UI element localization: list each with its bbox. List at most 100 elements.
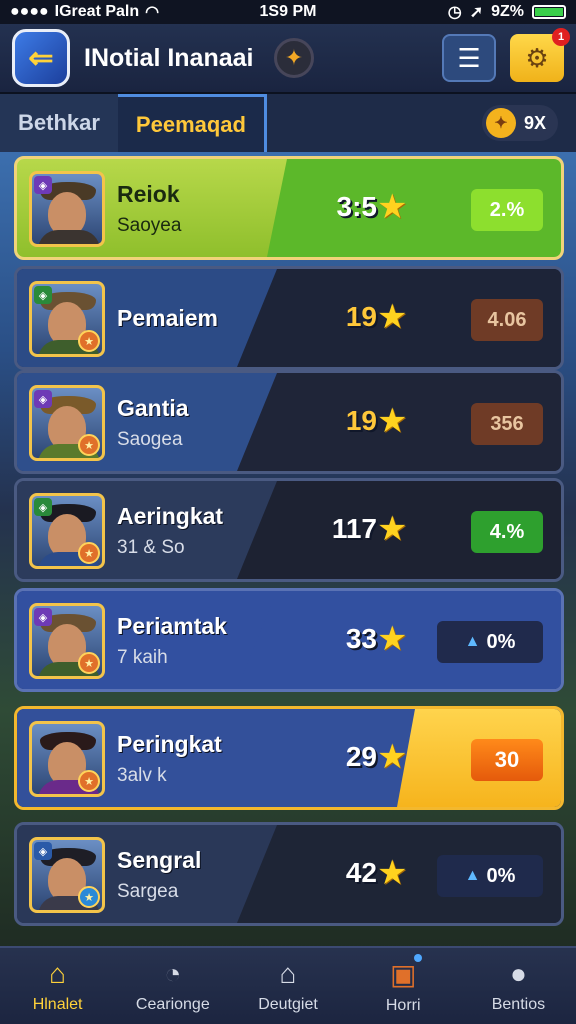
header: ⇐ INotial Inanaai ✦ ☰ ⚙ 1	[0, 24, 576, 94]
location-icon: ➚	[469, 4, 484, 21]
leaderboard-row[interactable]: ◈ ★ Sengral Sargea 42 ★ ▲ 0%	[14, 822, 564, 926]
player-subtitle: 3alv k	[117, 765, 167, 786]
tab-bar: Bethkar Peemaqad ✦ 9X	[0, 94, 576, 152]
nav-item-home[interactable]: ⌂ Hlnalet	[0, 948, 115, 1024]
percent-badge: 2.%	[471, 189, 543, 231]
player-score: 33	[345, 623, 377, 654]
nav-item-profile[interactable]: ● Bentios	[461, 948, 576, 1024]
wifi-icon: ◠	[145, 4, 160, 21]
rank-medal-icon: ★	[78, 886, 100, 908]
avatar: ◈ ★	[29, 385, 105, 461]
nav-item-shop[interactable]: ▣ Horri	[346, 948, 461, 1024]
player-tag-icon: ◈	[34, 608, 52, 626]
alarm-icon: ◷	[447, 4, 462, 21]
nav-label: Cearionge	[135, 996, 210, 1013]
player-name: Pemaiem	[117, 305, 219, 331]
rank-medal-icon: ★	[78, 434, 100, 456]
avatar: ★	[29, 721, 105, 797]
percent-badge: ▲ 0%	[437, 855, 543, 897]
currency-label: 9X	[523, 112, 546, 133]
leaderboard-row[interactable]: ◈ ★ Periamtak 7 kaih 33 ★ ▲ 0%	[14, 588, 564, 692]
tab-first[interactable]: Bethkar	[0, 94, 118, 152]
star-icon: ★	[377, 620, 408, 658]
app-logo-icon[interactable]: ⇐	[12, 29, 70, 87]
settings-button[interactable]: ⚙ 1	[510, 28, 570, 82]
player-subtitle: 31 & So	[117, 537, 185, 558]
coin-icon: ✦	[485, 108, 516, 138]
player-score: 19	[345, 405, 377, 436]
coin-badge-icon[interactable]: ✦	[274, 38, 314, 78]
leaderboard-row[interactable]: ★ Peringkat 3alv k 29 ★ 30	[14, 706, 564, 810]
avatar: ◈	[29, 171, 105, 247]
player-score: 42	[345, 857, 377, 888]
percent-value: 0%	[486, 864, 516, 887]
menu-button[interactable]: ☰	[442, 34, 496, 82]
nav-label: Hlnalet	[32, 996, 83, 1013]
player-name: Gantia	[117, 395, 189, 421]
star-icon: ★	[377, 188, 408, 226]
star-icon: ★	[377, 510, 408, 548]
star-icon: ★	[377, 402, 408, 440]
carrier-label: IGreat Paln	[54, 3, 140, 20]
house-icon: ⌂	[279, 958, 297, 989]
trend-up-icon: ▲	[464, 633, 481, 650]
trend-up-icon: ▲	[464, 867, 481, 884]
player-name: Aeringkat	[117, 503, 224, 529]
tab-second[interactable]: Peemaqad	[117, 94, 267, 152]
player-score: 3:5	[336, 191, 377, 222]
notification-badge: 1	[552, 28, 570, 46]
player-tag-icon: ◈	[34, 286, 52, 304]
avatar: ◈ ★	[29, 837, 105, 913]
percent-badge: 356	[471, 403, 543, 445]
avatar: ◈ ★	[29, 493, 105, 569]
home-icon: ⌂	[49, 958, 67, 989]
nav-item-house[interactable]: ⌂ Deutgiet	[230, 948, 345, 1024]
leaderboard-row[interactable]: ◈ ★ Pemaiem 19 ★ 4.06	[14, 266, 564, 370]
leaderboard-row[interactable]: ◈ ★ Gantia Saogea 19 ★ 356	[14, 370, 564, 474]
status-bar: ●●●● IGreat Paln ◠ 1S9 PM ◷ ➚ 9Z%	[0, 0, 576, 24]
percent-badge: ▲ 0%	[437, 621, 543, 663]
player-name: Reiok	[117, 181, 180, 207]
player-subtitle: 7 kaih	[117, 647, 168, 668]
star-icon: ★	[377, 854, 408, 892]
percent-badge: 4.%	[471, 511, 543, 553]
leaderboard-row[interactable]: ◈ ★ Aeringkat 31 & So 117 ★ 4.%	[14, 478, 564, 582]
signal-icon: ●●●●	[10, 3, 49, 20]
player-subtitle: Saoyea	[117, 215, 182, 236]
player-subtitle: Saogea	[117, 429, 183, 450]
player-score: 117	[331, 513, 377, 544]
rank-medal-icon: ★	[78, 542, 100, 564]
star-icon: ★	[377, 738, 408, 776]
player-tag-icon: ◈	[34, 176, 52, 194]
stopwatch-icon: ◔	[164, 958, 182, 989]
rank-medal-icon: ★	[78, 652, 100, 674]
rank-medal-icon: ★	[78, 330, 100, 352]
avatar: ◈ ★	[29, 281, 105, 357]
player-tag-icon: ◈	[34, 498, 52, 516]
percent-value: 0%	[486, 630, 516, 653]
avatar: ◈ ★	[29, 603, 105, 679]
ticket-icon: ▣	[390, 953, 423, 991]
player-tag-icon: ◈	[34, 842, 52, 860]
player-tag-icon: ◈	[34, 390, 52, 408]
player-name: Periamtak	[117, 613, 227, 639]
leaderboard-row[interactable]: ◈ Reiok Saoyea 3:5 ★ 2.%	[14, 156, 564, 260]
gear-icon: ⚙	[525, 42, 549, 73]
profile-icon: ●	[509, 958, 527, 989]
battery-percent: 9Z%	[491, 3, 524, 20]
nav-label: Deutgiet	[258, 996, 318, 1013]
rank-medal-icon: ★	[78, 770, 100, 792]
percent-badge: 30	[471, 739, 543, 781]
menu-icon: ☰	[457, 42, 481, 73]
clock: 1S9 PM	[259, 3, 317, 20]
currency-display[interactable]: ✦ 9X	[481, 105, 558, 141]
battery-icon	[532, 5, 566, 19]
notification-dot	[414, 953, 423, 962]
player-score: 29	[345, 741, 377, 772]
nav-item-challenge[interactable]: ◔ Cearionge	[115, 948, 230, 1024]
player-subtitle: Sargea	[117, 881, 179, 902]
player-name: Sengral	[117, 847, 202, 873]
nav-label: Horri	[385, 996, 421, 1014]
player-name: Peringkat	[117, 731, 222, 757]
bottom-nav: ⌂ Hlnalet ◔ Cearionge ⌂ Deutgiet ▣ Horri…	[0, 946, 576, 1024]
